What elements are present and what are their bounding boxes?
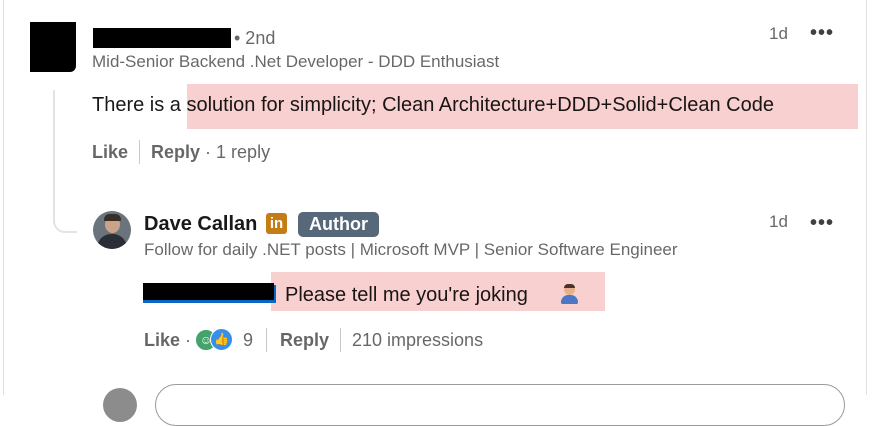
card-right-border [866, 0, 867, 395]
author-badge: Author [298, 212, 379, 237]
action-divider [340, 328, 341, 352]
like-button[interactable]: Like [92, 142, 128, 162]
reply-author-avatar[interactable] [93, 211, 131, 249]
commenter-name-redacted[interactable] [93, 28, 231, 48]
reply-author-name[interactable]: Dave Callan [144, 213, 257, 236]
reply-like-button[interactable]: Like [144, 330, 180, 350]
reply-timestamp: 1d [769, 212, 788, 231]
like-reaction-icon: 👍 [210, 328, 233, 351]
action-divider [139, 140, 140, 164]
comment-timestamp: 1d [769, 24, 788, 43]
reply-group: Reply · 1 reply [151, 142, 270, 163]
more-options-icon[interactable]: ••• [810, 23, 834, 43]
reply-count-link[interactable]: · 1 reply [205, 142, 270, 162]
emoji-body [561, 295, 578, 304]
thread-connector [53, 205, 77, 233]
reply-more-options-icon[interactable]: ••• [810, 213, 834, 233]
reply-like-group: Like · [144, 330, 191, 351]
like-separator-dot: · [185, 330, 192, 350]
comment-text-highlight: solution for simplicity; Clean Architect… [186, 94, 774, 116]
connection-degree: • 2nd [234, 28, 276, 48]
reaction-count[interactable]: 9 [243, 330, 253, 351]
thread-line [53, 90, 55, 224]
reply-reply-group: Reply [280, 330, 329, 351]
reply-author-headline: Follow for daily .NET posts | Microsoft … [144, 240, 678, 259]
reply-text: Please tell me you're joking [285, 284, 528, 306]
comment-text-prefix: There is a [92, 94, 187, 116]
comment-text: There is a solution for simplicity; Clea… [92, 94, 774, 117]
card-left-border [3, 0, 4, 395]
reply-button[interactable]: Reply [151, 142, 200, 162]
impressions-count: 210 impressions [352, 330, 484, 350]
reply-reply-button[interactable]: Reply [280, 330, 329, 350]
commenter-avatar[interactable] [30, 22, 76, 72]
add-reply-input[interactable] [155, 384, 845, 426]
avatar-body [97, 234, 127, 249]
comment-actions: Like [92, 142, 128, 163]
avatar-hair [104, 214, 121, 221]
commenter-headline: Mid-Senior Backend .Net Developer - DDD … [92, 52, 500, 71]
linkedin-premium-icon: in [266, 213, 287, 234]
person-facepalm-emoji-icon [561, 284, 578, 304]
action-divider [266, 328, 267, 352]
reactions-summary[interactable]: ☺ 👍 [195, 328, 237, 351]
current-user-avatar [103, 388, 137, 422]
emoji-hair [564, 284, 575, 288]
mention-redacted [143, 283, 274, 300]
